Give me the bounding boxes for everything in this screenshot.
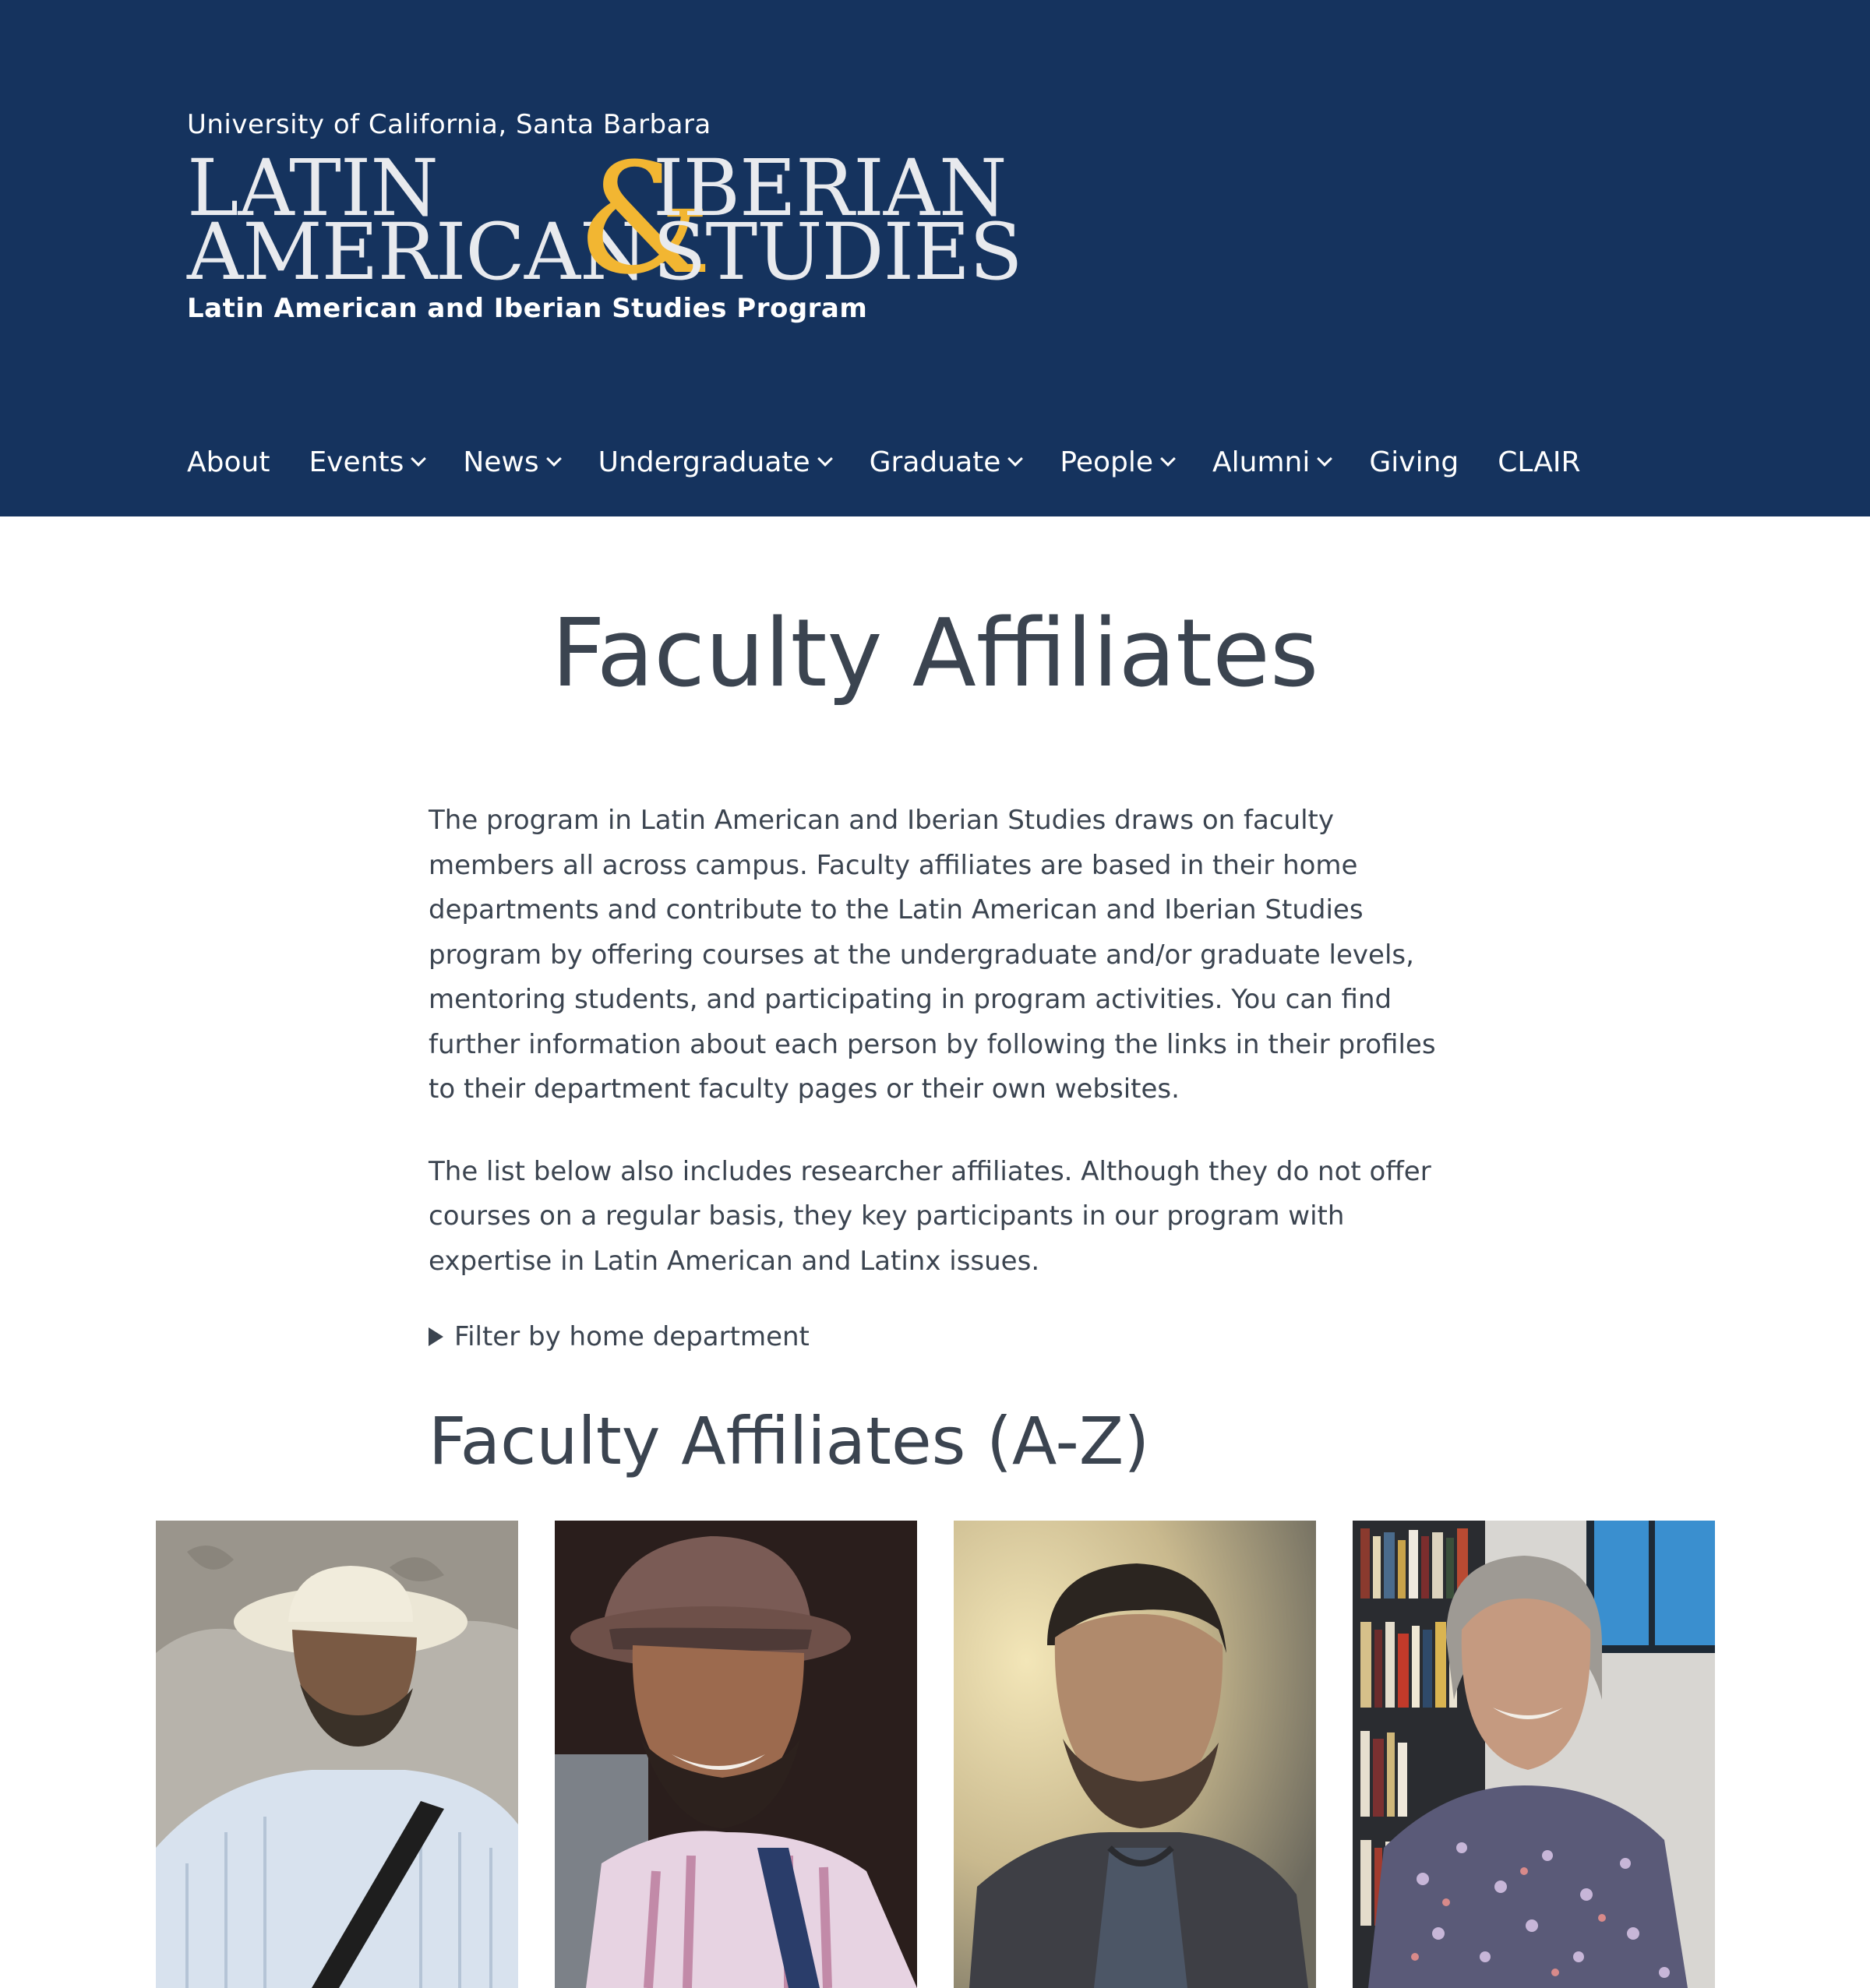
filter-label: Filter by home department <box>454 1321 810 1352</box>
page-title: Faculty Affiliates <box>551 600 1319 708</box>
portrait-photo-icon <box>1353 1521 1715 1988</box>
nav-item-clair[interactable]: CLAIR <box>1498 446 1580 478</box>
nav-item-people[interactable]: People <box>1060 446 1176 478</box>
nav-item-label: CLAIR <box>1498 446 1581 478</box>
chevron-down-icon <box>1007 451 1024 467</box>
portrait-photo-icon <box>555 1521 917 1988</box>
nav-item-label: About <box>187 446 270 478</box>
faculty-photo[interactable] <box>954 1521 1316 1988</box>
faculty-photo[interactable] <box>555 1521 917 1988</box>
nav-item-events[interactable]: Events <box>309 446 427 478</box>
intro-paragraph: The list below also includes researcher … <box>429 1155 1431 1277</box>
nav-item-label: Alumni <box>1212 446 1311 478</box>
nav-item-alumni[interactable]: Alumni <box>1212 446 1333 478</box>
program-name: Latin American and Iberian Studies Progr… <box>187 293 868 324</box>
portrait-photo-icon <box>954 1521 1316 1988</box>
chevron-down-icon <box>1317 451 1333 467</box>
site-logo[interactable]: University of California, Santa Barbara … <box>187 109 1023 335</box>
disclosure-triangle-icon <box>429 1327 443 1346</box>
nav-item-about[interactable]: About <box>187 446 270 478</box>
main-nav: About Events News Undergraduate Graduate… <box>187 440 1620 484</box>
portrait-photo-icon <box>156 1521 518 1988</box>
nav-item-label: Undergraduate <box>598 446 810 478</box>
nav-item-giving[interactable]: Giving <box>1369 446 1459 478</box>
chevron-down-icon <box>817 451 833 467</box>
nav-item-news[interactable]: News <box>463 446 562 478</box>
faculty-photo[interactable] <box>156 1521 518 1988</box>
nav-item-label: Events <box>309 446 404 478</box>
faculty-photo[interactable] <box>1353 1521 1715 1988</box>
nav-item-graduate[interactable]: Graduate <box>869 446 1024 478</box>
nav-item-label: Giving <box>1369 446 1459 478</box>
section-title: Faculty Affiliates (A-Z) <box>429 1403 1150 1479</box>
site-header: University of California, Santa Barbara … <box>0 0 1870 516</box>
nav-item-label: People <box>1060 446 1154 478</box>
faculty-grid <box>156 1521 1715 1988</box>
intro-content: The program in Latin American and Iberia… <box>429 798 1441 1352</box>
logo-word-studies: STUDIES <box>653 206 1023 298</box>
intro-paragraph: The program in Latin American and Iberia… <box>429 805 1436 1105</box>
filter-by-department-toggle[interactable]: Filter by home department <box>429 1321 1441 1352</box>
nav-item-label: News <box>463 446 539 478</box>
chevron-down-icon <box>545 451 562 467</box>
chevron-down-icon <box>411 451 427 467</box>
nav-item-label: Graduate <box>869 446 1001 478</box>
chevron-down-icon <box>1160 451 1176 467</box>
nav-item-undergraduate[interactable]: Undergraduate <box>598 446 833 478</box>
